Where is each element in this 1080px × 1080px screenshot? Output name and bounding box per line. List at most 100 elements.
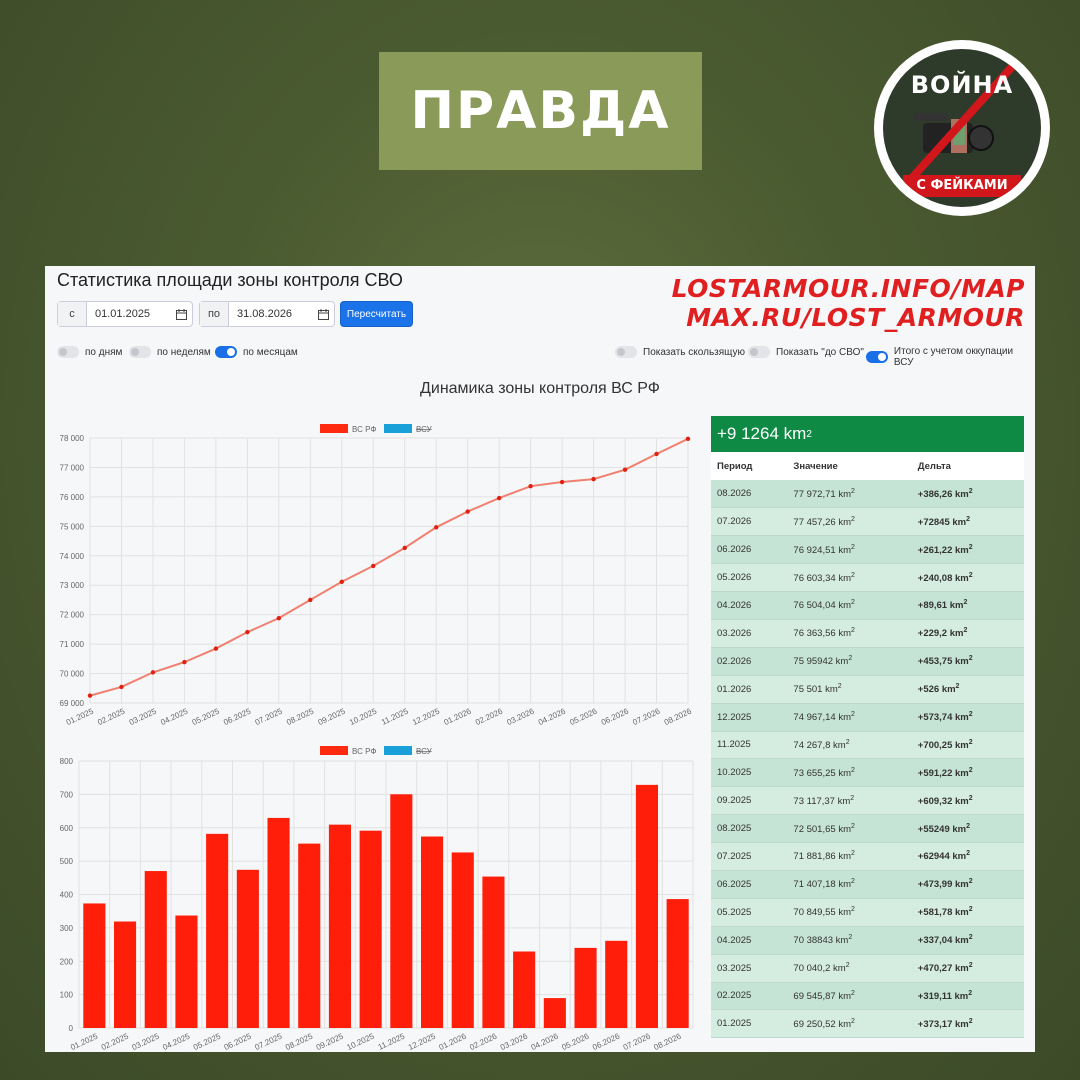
table-cell: 06.2026: [711, 535, 788, 565]
cell-text: 04.2025: [717, 934, 752, 946]
cell-text: +700,25: [917, 740, 953, 752]
table-cell: +89,61 km2: [911, 591, 1024, 620]
data-point: [339, 579, 344, 584]
cell-unit-sup: 2: [850, 822, 855, 830]
cell-text: 06.2025: [717, 878, 752, 890]
toggle-switch[interactable]: [748, 346, 770, 358]
toggle-switch[interactable]: [129, 346, 151, 358]
x-tick-label: 07.2026: [631, 706, 662, 727]
toggle-switch[interactable]: [615, 346, 637, 358]
column-header-value[interactable]: Значение: [787, 452, 912, 480]
cell-unit-sup: 2: [968, 1017, 973, 1025]
table-cell: +373,17 km2: [911, 1009, 1024, 1039]
x-tick-label: 01.2026: [438, 1031, 469, 1052]
y-tick-label: 69 000: [60, 699, 85, 708]
data-point: [245, 629, 250, 635]
x-tick-label: 10.2025: [345, 1031, 376, 1052]
cell-text: +526: [917, 684, 940, 696]
table-cell: 74 967,14 km2: [787, 703, 912, 732]
y-tick-label: 73 000: [60, 581, 85, 590]
bar: [359, 830, 382, 1028]
cell-unit-sup: 2: [963, 627, 968, 635]
cell-unit-sup: 2: [850, 543, 855, 551]
toggle-label: Итого с учетом оккупации ВСУ: [893, 346, 1014, 368]
table-cell: 01.2026: [711, 675, 788, 704]
cell-unit: km: [838, 907, 851, 919]
cell-unit-sup: 2: [850, 515, 855, 523]
cell-unit: km: [955, 740, 969, 752]
column-header-delta[interactable]: Дельта: [911, 452, 1024, 480]
cell-unit-sup: 2: [966, 822, 971, 830]
chart-title: Динамика зоны контроля ВС РФ: [420, 380, 660, 397]
table-cell: +700,25 km2: [911, 731, 1024, 760]
toggle-switch[interactable]: [215, 346, 237, 358]
toggle-monthly[interactable]: по месяцам: [215, 346, 298, 358]
recalculate-button[interactable]: Пересчитать: [340, 301, 413, 327]
banner-text: ПРАВДА: [410, 81, 671, 141]
logo-title: ВОЙНА: [910, 71, 1014, 99]
x-tick-label: 11.2025: [377, 1031, 407, 1051]
date-to-value[interactable]: 31.08.2026: [229, 302, 312, 326]
bar: [206, 833, 229, 1028]
calendar-icon[interactable]: [312, 302, 334, 326]
cell-unit-sup: 2: [850, 850, 855, 858]
cell-unit: km: [954, 991, 969, 1003]
y-tick-label: 74 000: [60, 552, 85, 561]
cell-text: 02.2025: [717, 990, 752, 1002]
table-row: 02.2026 75 95942 km2 +453,75 km2: [711, 647, 1024, 676]
date-from-field[interactable]: с 01.01.2025: [57, 301, 193, 327]
table-cell: +526 km2: [911, 675, 1024, 704]
legend-swatch: [320, 424, 348, 433]
cell-text: 04.2026: [717, 600, 752, 611]
cell-unit: km: [838, 991, 851, 1003]
cell-unit: km: [955, 572, 969, 584]
toggle-total-occupation[interactable]: Итого с учетом оккупации ВСУ: [866, 346, 1035, 368]
toggle-switch[interactable]: [57, 346, 79, 358]
data-point: [182, 659, 187, 665]
toggle-pre-svo[interactable]: Показать "до СВО": [748, 346, 864, 358]
table-row: 04.2025 70 38843 km2 +337,04 km2: [711, 926, 1024, 955]
table-cell: 75 501 km2: [787, 675, 912, 704]
cell-unit: km: [949, 600, 964, 612]
cell-unit-sup: 2: [850, 599, 855, 607]
column-header-period[interactable]: Период: [711, 452, 788, 480]
date-to-prefix: по: [200, 302, 229, 326]
date-to-field[interactable]: по 31.08.2026: [199, 301, 335, 327]
cell-text: +453,75: [917, 656, 953, 668]
table-cell: 09.2025: [711, 786, 788, 816]
x-tick-label: 08.2025: [285, 706, 316, 727]
page-title: Статистика площади зоны контроля СВО: [57, 270, 403, 290]
x-tick-label: 02.2026: [468, 1031, 499, 1052]
table-cell: 11.2025: [711, 731, 788, 760]
table-cell: 73 655,25 km2: [787, 758, 912, 788]
date-from-value[interactable]: 01.01.2025: [87, 302, 170, 326]
cell-text: 05.2026: [717, 572, 752, 584]
cell-unit-sup: 2: [963, 599, 968, 607]
cell-unit: km: [955, 907, 969, 919]
toggle-daily[interactable]: по дням: [57, 346, 122, 358]
cell-text: 70 849,55: [793, 907, 836, 919]
table-cell: 04.2025: [711, 926, 788, 955]
cell-text: 69 250,52: [793, 1018, 836, 1030]
cell-unit: km: [838, 1018, 851, 1030]
cell-text: 12.2025: [717, 711, 752, 723]
table-cell: 71 881,86 km2: [787, 842, 912, 871]
y-tick-label: 76 000: [60, 493, 85, 502]
x-tick-label: 10.2025: [348, 706, 379, 727]
y-tick-label: 600: [60, 824, 74, 833]
toggle-moving-average[interactable]: Показать скользящую: [615, 346, 745, 358]
toggle-label: по дням: [85, 346, 123, 358]
cell-text: +72845: [917, 516, 950, 528]
x-tick-label: 08.2025: [284, 1031, 315, 1052]
table-cell: 72 501,65 km2: [787, 814, 912, 844]
x-tick-label: 04.2025: [161, 1031, 192, 1052]
summary-unit: km: [783, 424, 807, 443]
cell-text: 75 501: [793, 684, 823, 696]
cell-text: +373,17: [917, 1018, 953, 1030]
calendar-icon[interactable]: [170, 302, 192, 326]
table-row: 04.2026 76 504,04 km2 +89,61 km2: [711, 591, 1024, 620]
toggle-weekly[interactable]: по неделям: [129, 346, 211, 358]
toggle-switch[interactable]: [866, 351, 888, 363]
data-point: [150, 670, 156, 675]
table-cell: 71 407,18 km2: [787, 870, 912, 899]
